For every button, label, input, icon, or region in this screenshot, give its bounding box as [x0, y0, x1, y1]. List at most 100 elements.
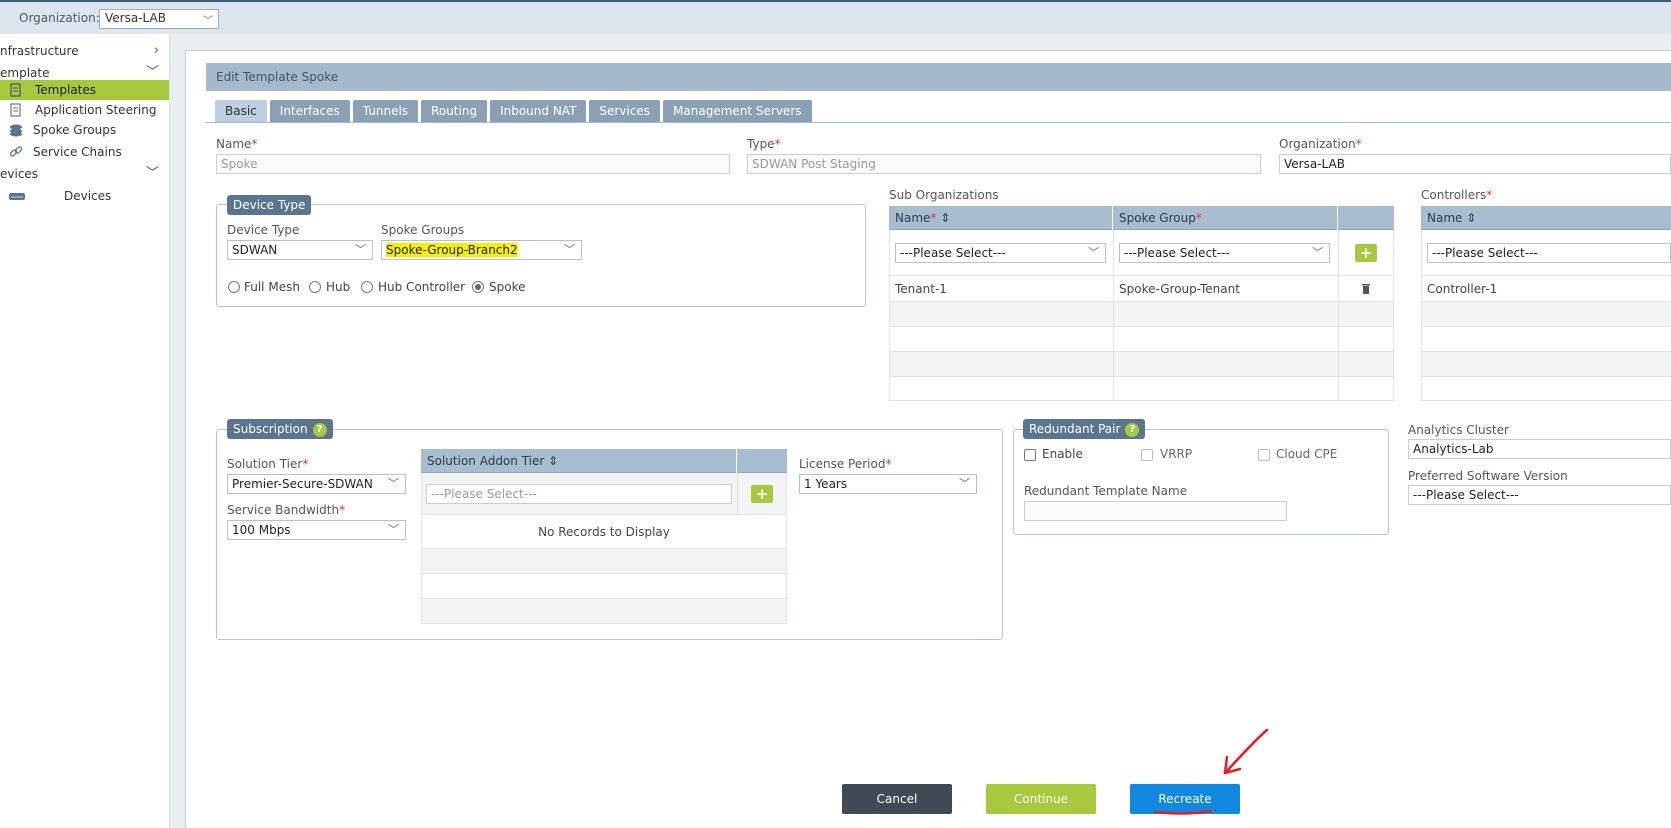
column-divider — [737, 473, 738, 515]
org-label: Organization: — [19, 11, 100, 25]
tab-services[interactable]: Services — [589, 100, 661, 122]
spoke-groups-select[interactable]: Spoke-Group-Branch2 ﹀ — [381, 240, 582, 260]
chevron-down-icon: ﹀ — [388, 523, 399, 536]
panel-title: Edit Template Spoke — [206, 63, 1671, 91]
tab-management-servers[interactable]: Management Servers — [663, 100, 812, 122]
table-row — [889, 352, 1394, 377]
enable-label: Enable — [1042, 447, 1083, 461]
addon-select[interactable]: ---Please Select--- — [426, 484, 732, 504]
table-row — [1421, 352, 1671, 377]
column-divider — [786, 473, 787, 624]
solution-tier-select[interactable]: Premier-Secure-SDWAN ﹀ — [227, 474, 406, 494]
device-icon — [9, 193, 25, 200]
name-field[interactable]: Spoke — [216, 154, 730, 174]
preferred-software-select[interactable]: ---Please Select--- — [1408, 485, 1671, 505]
vrrp-checkbox[interactable] — [1141, 449, 1153, 461]
tab-divider — [206, 122, 1671, 123]
no-records-text: No Records to Display — [538, 525, 670, 539]
table-row — [1421, 302, 1671, 327]
sort-icon: ⇕ — [940, 211, 951, 225]
solution-tier-value: Premier-Secure-SDWAN — [232, 477, 373, 491]
sidebar-item-application-steering[interactable]: Application Steering — [0, 100, 169, 120]
tab-basic[interactable]: Basic — [215, 100, 267, 122]
sidebar-item-label: Devices — [64, 189, 112, 203]
sidebar-item-service-chains[interactable]: Service Chains — [0, 142, 169, 162]
column-divider — [1113, 230, 1114, 401]
sidebar: nfrastructure › emplate ﹀ Templates Appl… — [0, 34, 170, 828]
column-divider — [1393, 230, 1394, 401]
tab-inbound-nat[interactable]: Inbound NAT — [490, 100, 587, 122]
sub-org-spoke-group-select[interactable]: ---Please Select--- ﹀ — [1119, 243, 1330, 263]
template-doc-icon — [10, 103, 21, 117]
sidebar-item-spoke-groups[interactable]: Spoke Groups — [0, 120, 169, 140]
spoke-label: Spoke — [489, 280, 526, 294]
controller-select[interactable]: ---Please Select--- — [1427, 243, 1671, 263]
org-select[interactable]: Versa-LAB ﹀ — [99, 9, 219, 29]
sidebar-item-templates[interactable]: Templates — [0, 80, 169, 100]
cancel-button[interactable]: Cancel — [842, 784, 952, 814]
col-name[interactable]: Name* ⇕ — [889, 206, 1113, 230]
solution-tier-label: Solution Tier* — [227, 457, 309, 471]
table-row — [889, 377, 1394, 401]
spoke-radio[interactable] — [472, 281, 484, 293]
type-label: Type* — [747, 137, 781, 151]
table-row — [1421, 327, 1671, 352]
top-bar: Organization: Versa-LAB ﹀ — [0, 0, 1671, 34]
annotation-underline-icon — [1153, 809, 1213, 815]
chevron-down-icon: ﹀ — [564, 243, 575, 256]
organization-field[interactable]: Versa-LAB — [1279, 154, 1671, 174]
vrrp-label: VRRP — [1160, 447, 1193, 461]
chevron-down-icon: ﹀ — [1088, 246, 1099, 259]
redundant-template-name-label: Redundant Template Name — [1024, 484, 1188, 498]
sidebar-item-label: Templates — [35, 83, 97, 97]
stack-icon — [10, 124, 22, 137]
cloud-cpe-checkbox[interactable] — [1258, 449, 1270, 461]
bandwidth-value: 100 Mbps — [232, 523, 291, 537]
sub-orgs-header: Name* ⇕ Spoke Group* — [889, 206, 1394, 230]
col-solution-addon-tier[interactable]: Solution Addon Tier ⇕ — [421, 449, 737, 473]
sidebar-item-infrastructure[interactable]: nfrastructure › — [0, 41, 169, 61]
sidebar-item-label: nfrastructure — [0, 44, 79, 58]
full-mesh-label: Full Mesh — [244, 280, 300, 294]
tab-routing[interactable]: Routing — [421, 100, 488, 122]
type-field[interactable]: SDWAN Post Staging — [747, 154, 1261, 174]
continue-button[interactable]: Continue — [986, 784, 1096, 814]
tab-interfaces[interactable]: Interfaces — [269, 100, 350, 122]
spoke-groups-label: Spoke Groups — [381, 223, 465, 237]
help-icon[interactable]: ? — [312, 423, 327, 437]
device-type-select[interactable]: SDWAN ﹀ — [227, 240, 373, 260]
hub-controller-radio[interactable] — [361, 281, 373, 293]
col-controller-name[interactable]: Name ⇕ — [1421, 206, 1671, 230]
sidebar-item-devices-group[interactable]: evices ﹀ — [0, 164, 169, 184]
chevron-down-icon: ﹀ — [1312, 246, 1323, 259]
tab-tunnels[interactable]: Tunnels — [352, 100, 419, 122]
sidebar-item-label: Spoke Groups — [33, 123, 117, 137]
sidebar-item-label: evices — [0, 167, 39, 181]
analytics-cluster-field[interactable]: Analytics-Lab — [1408, 439, 1671, 459]
enable-checkbox[interactable] — [1024, 449, 1036, 461]
help-icon[interactable]: ? — [1125, 423, 1140, 437]
sub-org-name-select[interactable]: ---Please Select--- ﹀ — [895, 243, 1106, 263]
license-period-select[interactable]: 1 Years ﹀ — [799, 474, 977, 494]
device-type-label: Device Type — [227, 223, 300, 237]
redundant-template-name-field[interactable] — [1024, 501, 1287, 521]
sub-orgs-title: Sub Organizations — [889, 188, 999, 202]
chevron-down-icon: ﹀ — [959, 477, 970, 490]
column-divider — [1338, 230, 1339, 401]
sidebar-item-devices[interactable]: Devices — [0, 186, 169, 206]
full-mesh-radio[interactable] — [228, 281, 240, 293]
sidebar-item-label: emplate — [0, 66, 50, 80]
subscription-legend: Subscription? — [227, 419, 333, 439]
tab-bar: Basic Interfaces Tunnels Routing Inbound… — [215, 100, 812, 122]
redundant-pair-legend: Redundant Pair? — [1023, 419, 1146, 439]
link-icon — [9, 146, 23, 157]
col-spoke-group[interactable]: Spoke Group* — [1113, 206, 1338, 230]
bandwidth-select[interactable]: 100 Mbps ﹀ — [227, 520, 406, 540]
table-row — [889, 302, 1394, 327]
add-addon-button[interactable]: + — [751, 485, 773, 503]
add-sub-org-button[interactable]: + — [1355, 244, 1377, 262]
trash-icon[interactable] — [1361, 283, 1371, 295]
hub-radio[interactable] — [309, 281, 321, 293]
preferred-software-label: Preferred Software Version — [1408, 469, 1568, 483]
sub-org-spoke-group-cell: Spoke-Group-Tenant — [1119, 282, 1240, 296]
